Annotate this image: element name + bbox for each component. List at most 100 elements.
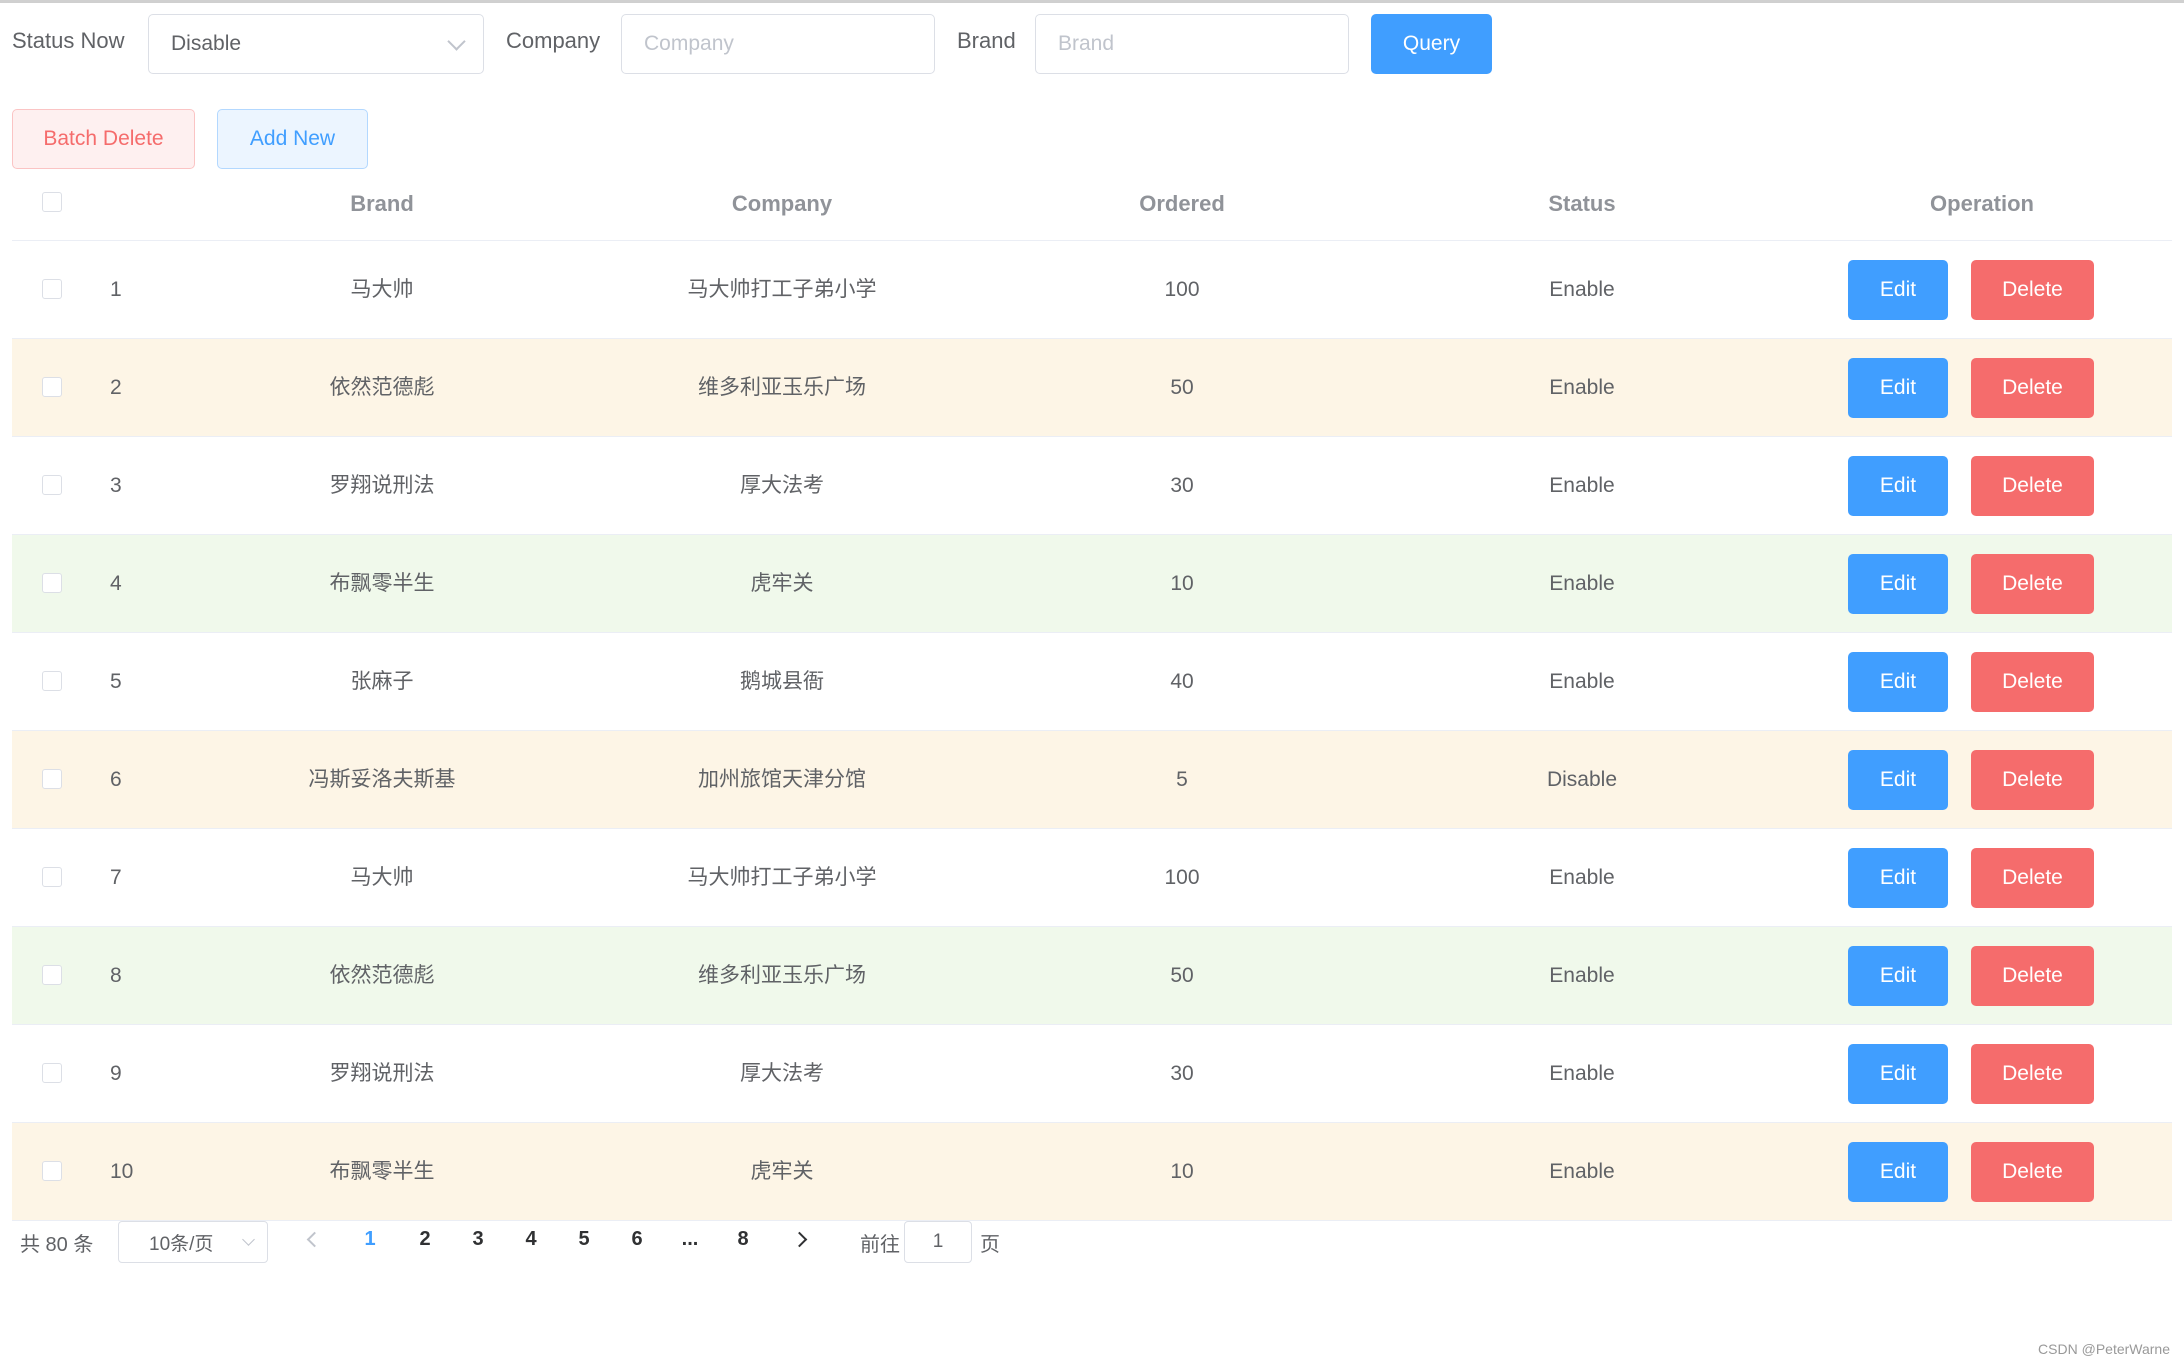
edit-button[interactable]: Edit	[1848, 358, 1948, 418]
row-brand: 依然范德彪	[329, 964, 435, 987]
delete-button[interactable]: Delete	[1971, 358, 2094, 418]
brand-label: Brand	[957, 28, 1016, 53]
row-company: 虎牢关	[750, 572, 814, 595]
col-operation: Operation	[1930, 191, 2034, 216]
row-checkbox[interactable]	[42, 573, 62, 593]
row-status: Enable	[1549, 964, 1615, 987]
status-select[interactable]: Disable	[148, 14, 484, 74]
page-number[interactable]: 3	[463, 1228, 493, 1251]
row-checkbox[interactable]	[42, 1063, 62, 1083]
row-checkbox[interactable]	[42, 1161, 62, 1181]
pagination: 共 80 条 10条/页 1 2 3 4 5 6... 8 前往 1 页	[0, 1218, 1200, 1268]
company-input[interactable]: Company	[621, 14, 935, 74]
watermark: CSDN @PeterWarne	[2038, 1341, 2170, 1357]
table-row: 9 罗翔说刑法 厚大法考 30 Enable Edit Delete	[12, 1025, 2172, 1123]
row-company: 虎牢关	[750, 1160, 814, 1183]
edit-button[interactable]: Edit	[1848, 1044, 1948, 1104]
row-index: 3	[110, 474, 122, 497]
status-label: Status Now	[12, 28, 125, 53]
row-checkbox[interactable]	[42, 475, 62, 495]
row-checkbox[interactable]	[42, 279, 62, 299]
row-index: 6	[110, 768, 122, 791]
row-ordered: 10	[1170, 1160, 1194, 1183]
row-status: Disable	[1546, 768, 1618, 791]
row-brand: 罗翔说刑法	[329, 1062, 435, 1085]
edit-button[interactable]: Edit	[1848, 652, 1948, 712]
page-jump-input[interactable]: 1	[904, 1221, 972, 1263]
edit-button[interactable]: Edit	[1848, 554, 1948, 614]
row-checkbox[interactable]	[42, 377, 62, 397]
edit-button[interactable]: Edit	[1848, 456, 1948, 516]
edit-button[interactable]: Edit	[1848, 750, 1948, 810]
table-row: 10 布飘零半生 虎牢关 10 Enable Edit Delete	[12, 1123, 2172, 1221]
delete-button[interactable]: Delete	[1971, 848, 2094, 908]
page-number[interactable]: 5	[569, 1228, 599, 1251]
col-brand: Brand	[350, 191, 414, 216]
page-size-value: 10条/页	[149, 1233, 214, 1255]
page-number[interactable]: 8	[728, 1228, 758, 1251]
row-status: Enable	[1549, 670, 1615, 693]
row-company: 维多利亚玉乐广场	[698, 964, 866, 987]
delete-button[interactable]: Delete	[1971, 456, 2094, 516]
delete-button[interactable]: Delete	[1971, 652, 2094, 712]
delete-button[interactable]: Delete	[1971, 946, 2094, 1006]
total-count: 共 80 条	[20, 1234, 94, 1256]
table-row: 3 罗翔说刑法 厚大法考 30 Enable Edit Delete	[12, 437, 2172, 535]
row-checkbox[interactable]	[42, 769, 62, 789]
row-company: 厚大法考	[740, 474, 824, 497]
page-number[interactable]: 4	[516, 1228, 546, 1251]
row-ordered: 40	[1170, 670, 1194, 693]
delete-button[interactable]: Delete	[1971, 1044, 2094, 1104]
table-row: 5 张麻子 鹅城县衙 40 Enable Edit Delete	[12, 633, 2172, 731]
table-row: 8 依然范德彪 维多利亚玉乐广场 50 Enable Edit Delete	[12, 927, 2172, 1025]
row-index: 8	[110, 964, 122, 987]
row-ordered: 10	[1170, 572, 1194, 595]
delete-button[interactable]: Delete	[1971, 554, 2094, 614]
row-ordered: 50	[1170, 376, 1194, 399]
row-brand: 冯斯妥洛夫斯基	[308, 768, 456, 791]
row-checkbox[interactable]	[42, 867, 62, 887]
company-placeholder: Company	[644, 32, 734, 55]
row-index: 10	[110, 1160, 134, 1183]
page-ellipsis[interactable]: ...	[675, 1228, 705, 1251]
edit-button[interactable]: Edit	[1848, 946, 1948, 1006]
page-number[interactable]: 6	[622, 1228, 652, 1251]
page-unit-label: 页	[980, 1234, 1000, 1256]
row-ordered: 50	[1170, 964, 1194, 987]
row-index: 1	[110, 278, 122, 301]
page-number[interactable]: 2	[410, 1228, 440, 1251]
row-ordered: 100	[1164, 278, 1200, 301]
row-company: 鹅城县衙	[740, 670, 824, 693]
edit-button[interactable]: Edit	[1848, 848, 1948, 908]
row-status: Enable	[1549, 278, 1615, 301]
page-number[interactable]: 1	[355, 1228, 385, 1251]
row-checkbox[interactable]	[42, 965, 62, 985]
chevron-down-icon	[447, 32, 466, 51]
row-brand: 布飘零半生	[329, 1160, 435, 1183]
table-row: 4 布飘零半生 虎牢关 10 Enable Edit Delete	[12, 535, 2172, 633]
batch-delete-button[interactable]: Batch Delete	[12, 109, 195, 169]
query-button[interactable]: Query	[1371, 14, 1492, 74]
col-status: Status	[1548, 191, 1616, 216]
row-company: 维多利亚玉乐广场	[698, 376, 866, 399]
chevron-down-icon	[242, 1233, 255, 1246]
select-all-checkbox[interactable]	[42, 192, 62, 212]
brand-input[interactable]: Brand	[1035, 14, 1349, 74]
goto-label: 前往	[860, 1234, 900, 1256]
row-status: Enable	[1549, 474, 1615, 497]
row-ordered: 30	[1170, 1062, 1194, 1085]
row-brand: 布飘零半生	[329, 572, 435, 595]
delete-button[interactable]: Delete	[1971, 750, 2094, 810]
status-select-value: Disable	[171, 32, 242, 55]
next-page-icon[interactable]	[792, 1230, 812, 1250]
prev-page-icon[interactable]	[303, 1230, 323, 1250]
edit-button[interactable]: Edit	[1848, 260, 1948, 320]
delete-button[interactable]: Delete	[1971, 1142, 2094, 1202]
brand-placeholder: Brand	[1058, 32, 1115, 55]
table-header: Brand Company Ordered Status Operation	[12, 168, 2172, 241]
add-new-button[interactable]: Add New	[217, 109, 368, 169]
edit-button[interactable]: Edit	[1848, 1142, 1948, 1202]
delete-button[interactable]: Delete	[1971, 260, 2094, 320]
row-checkbox[interactable]	[42, 671, 62, 691]
page-size-select[interactable]: 10条/页	[118, 1221, 268, 1263]
